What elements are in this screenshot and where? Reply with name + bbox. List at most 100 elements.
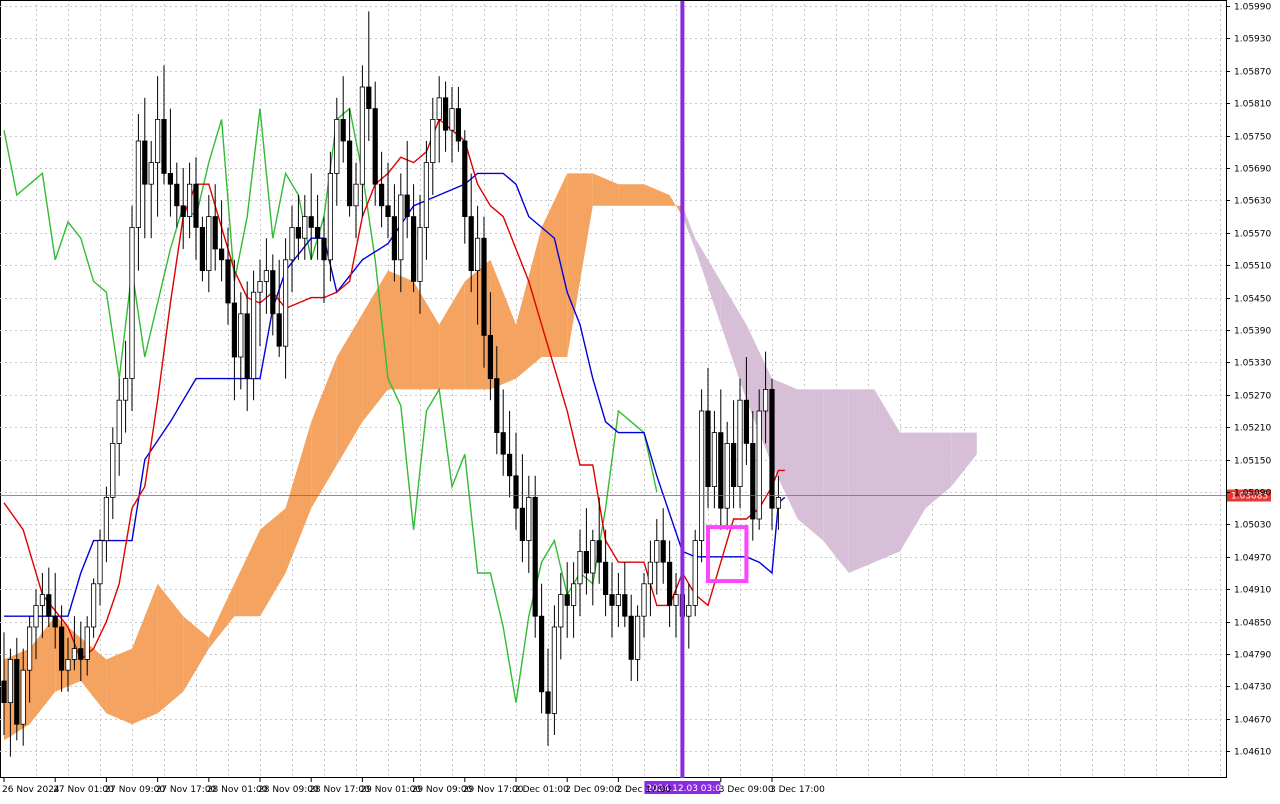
candle-body-bull bbox=[353, 183, 359, 207]
candle-body-bear bbox=[193, 183, 199, 228]
y-tick-label: 1.05210 bbox=[1234, 424, 1271, 434]
candle-body-bull bbox=[116, 399, 122, 444]
candle-body-bear bbox=[378, 183, 385, 207]
candle-body-bull bbox=[148, 162, 154, 185]
kumo-bull-segment bbox=[132, 583, 158, 725]
chart-root[interactable]: 1.05085 2024.12.03 03:00 1.05990 1.05930 1.… bbox=[0, 0, 1280, 800]
candle-body-bear bbox=[743, 399, 750, 444]
kumo-bear-segment bbox=[823, 389, 849, 573]
x-tick-label: 2 Dec 09:00 bbox=[565, 785, 620, 795]
candle-body-bull bbox=[398, 194, 404, 261]
candle-body-bear bbox=[462, 140, 468, 217]
candle-body-bull bbox=[436, 97, 442, 120]
candle-body-bull bbox=[186, 183, 193, 217]
candle-body-bull bbox=[97, 540, 103, 585]
candle-body-bull bbox=[699, 410, 705, 542]
candle-body-bull bbox=[775, 496, 782, 509]
y-tick-label: 1.05870 bbox=[1234, 68, 1271, 78]
kumo-bull-segment bbox=[106, 648, 132, 725]
candle-body-bear bbox=[596, 540, 602, 563]
candle-body-bull bbox=[257, 280, 263, 293]
candle-body-bull bbox=[423, 162, 430, 228]
y-tick-label: 1.05090 bbox=[1234, 489, 1271, 499]
candle-body-bear bbox=[270, 270, 276, 315]
candle-body-bull bbox=[641, 583, 647, 617]
candle-body-bear bbox=[506, 453, 513, 477]
candle-body-bear bbox=[52, 615, 58, 628]
candle-body-bear bbox=[731, 442, 737, 487]
candle-body-bear bbox=[750, 442, 756, 520]
y-tick-label: 1.05510 bbox=[1234, 262, 1271, 272]
kumo-bull-segment bbox=[208, 583, 235, 649]
candle-body-bear bbox=[46, 594, 52, 617]
candle-body-bear bbox=[404, 194, 410, 218]
kumo-bull-segment bbox=[644, 184, 670, 206]
candle-body-bear bbox=[519, 507, 526, 542]
candle-body-bear bbox=[500, 432, 506, 455]
candle-body-bear bbox=[705, 410, 711, 487]
kumo-bear-segment bbox=[848, 389, 875, 573]
candle-body-bear bbox=[174, 183, 180, 207]
y-tick-label: 1.04730 bbox=[1234, 683, 1271, 693]
candle-body-bear bbox=[366, 86, 372, 110]
candle-body-bear bbox=[660, 540, 666, 563]
candle-body-bear bbox=[1, 680, 7, 704]
candle-body-bull bbox=[327, 172, 334, 261]
candle-body-bear bbox=[321, 237, 327, 261]
candle-body-bull bbox=[615, 594, 622, 606]
candle-body-bull bbox=[20, 669, 26, 725]
candle-body-bear bbox=[455, 108, 462, 142]
kumo-bear-segment bbox=[695, 238, 721, 325]
candle-body-bear bbox=[545, 691, 551, 714]
kumo-bull-segment bbox=[618, 184, 644, 206]
candle-body-bull bbox=[65, 659, 71, 671]
y-tick-label: 1.05030 bbox=[1234, 521, 1271, 531]
candle-body-bull bbox=[359, 86, 366, 185]
candle-body-bull bbox=[238, 313, 244, 358]
y-tick-label: 1.04850 bbox=[1234, 619, 1271, 629]
chart-svg[interactable]: 1.050852024.12.03 03:00 1.059901.059301.… bbox=[0, 0, 1280, 800]
candle-body-bear bbox=[225, 259, 231, 304]
candle-body-bear bbox=[308, 216, 314, 228]
candle-body-bull bbox=[71, 648, 77, 660]
candle-body-bull bbox=[474, 237, 481, 271]
y-tick-label: 1.05390 bbox=[1234, 327, 1271, 337]
candle-body-bear bbox=[769, 388, 775, 509]
candle-body-bear bbox=[385, 205, 391, 218]
candle-body-bull bbox=[84, 626, 90, 660]
candle-body-bull bbox=[577, 551, 583, 585]
candle-body-bull bbox=[33, 605, 39, 628]
candle-body-bear bbox=[718, 432, 724, 509]
candle-body-bear bbox=[346, 140, 353, 207]
y-tick-label: 1.05810 bbox=[1234, 100, 1271, 110]
kumo-bull-segment bbox=[592, 173, 619, 206]
candle-body-bear bbox=[244, 313, 250, 379]
candle-body-bull bbox=[129, 226, 135, 379]
candle-body-bear bbox=[622, 594, 628, 617]
candle-body-bear bbox=[295, 226, 302, 239]
candle-body-bull bbox=[110, 442, 116, 498]
kumo-bear-segment bbox=[797, 389, 824, 541]
y-tick-label: 1.04610 bbox=[1234, 748, 1271, 758]
kumo-bull-segment bbox=[439, 281, 465, 390]
candle-body-bull bbox=[26, 626, 33, 671]
y-tick-label: 1.04790 bbox=[1234, 651, 1271, 661]
candle-body-bear bbox=[628, 615, 634, 660]
candle-body-bear bbox=[212, 216, 218, 250]
candle-body-bull bbox=[334, 119, 340, 174]
candle-body-bull bbox=[91, 583, 97, 628]
candle-body-bear bbox=[231, 302, 237, 358]
candle-body-bull bbox=[250, 291, 257, 380]
candle-body-bull bbox=[289, 226, 295, 261]
candle-body-bear bbox=[532, 496, 538, 617]
candle-body-bear bbox=[59, 626, 65, 671]
candle-body-bear bbox=[391, 216, 398, 261]
candle-body-bear bbox=[539, 615, 545, 693]
candle-body-bear bbox=[276, 313, 282, 347]
y-tick-label: 1.04670 bbox=[1234, 716, 1271, 726]
candle-body-bull bbox=[692, 540, 698, 606]
candle-body-bull bbox=[673, 594, 679, 606]
y-tick-label: 1.05690 bbox=[1234, 165, 1271, 175]
candle-body-bull bbox=[282, 259, 289, 347]
candle-body-bear bbox=[603, 561, 609, 596]
